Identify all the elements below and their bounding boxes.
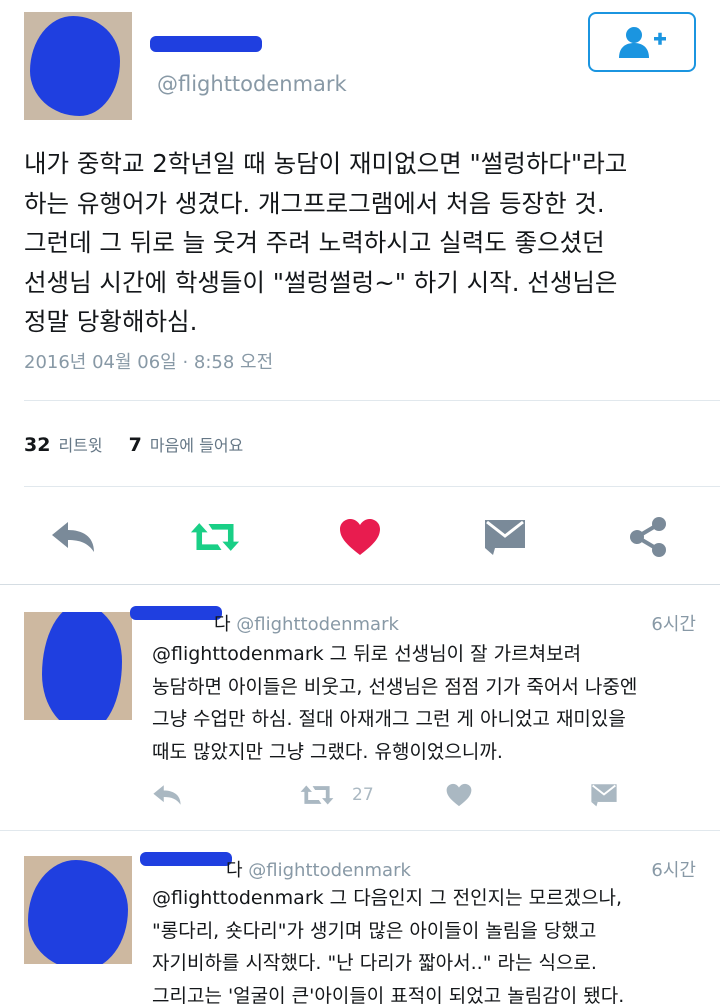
like-button[interactable] xyxy=(335,512,385,562)
share-icon xyxy=(630,517,666,557)
reply-handle: @flighttodenmark xyxy=(236,614,399,635)
author-handle[interactable]: @flighttodenmark xyxy=(157,72,347,96)
reply-name-fragment: 다 xyxy=(214,614,231,635)
tweet-timestamp[interactable]: 2016년 04월 06일 · 8:58 오전 xyxy=(24,348,273,374)
reply-text: @flighttodenmark 그 뒤로 선생님이 잘 가르쳐보려 농담하면 … xyxy=(152,643,638,763)
reply-time[interactable]: 6시간 xyxy=(651,610,696,636)
reply-name-fragment: 다 xyxy=(226,860,243,881)
reply-handle: @flighttodenmark xyxy=(248,860,411,881)
reply-like-button[interactable] xyxy=(446,780,472,810)
reply-time[interactable]: 6시간 xyxy=(651,856,696,882)
heart-icon xyxy=(340,519,380,555)
reply-retweet-button[interactable]: 27 xyxy=(300,780,374,810)
reply-icon xyxy=(153,785,181,805)
retweet-icon xyxy=(300,785,334,805)
divider xyxy=(24,400,720,401)
reply-action-bar: 27 xyxy=(152,780,652,810)
follow-button[interactable] xyxy=(588,12,696,72)
direct-message-button[interactable] xyxy=(480,512,530,562)
reply-icon xyxy=(52,522,94,552)
retweet-icon xyxy=(190,523,240,551)
avatar-redaction xyxy=(42,612,122,720)
reply-tweet[interactable]: 다 @flighttodenmark 6시간 @flighttodenmark … xyxy=(0,830,720,1004)
reply-retweet-count: 27 xyxy=(352,785,374,805)
reply-name-row[interactable]: 다 @flighttodenmark xyxy=(150,856,411,882)
tweet-action-bar xyxy=(0,512,720,562)
reply-author-avatar[interactable] xyxy=(24,856,132,964)
envelope-icon xyxy=(485,520,525,555)
like-count[interactable]: 7 xyxy=(129,434,142,456)
reply-text: @flighttodenmark 그 다음인지 그 전인지는 모르겠으나, "롱… xyxy=(152,887,625,1004)
author-name-redaction xyxy=(150,36,262,52)
divider xyxy=(24,486,720,487)
retweet-button[interactable] xyxy=(190,512,240,562)
envelope-icon xyxy=(591,784,617,807)
reply-tweet[interactable]: 다 @flighttodenmark 6시간 @flighttodenmark … xyxy=(0,584,720,830)
reply-name-row[interactable]: 다 @flighttodenmark xyxy=(150,610,399,636)
avatar-redaction xyxy=(30,16,120,116)
reply-button[interactable] xyxy=(48,512,98,562)
reply-dm-button[interactable] xyxy=(590,780,618,810)
heart-icon xyxy=(446,783,472,807)
tweet-text: 내가 중학교 2학년일 때 농담이 재미없으면 "썰렁하다"라고 하는 유행어가… xyxy=(24,149,628,336)
reply-author-avatar[interactable] xyxy=(24,612,132,720)
add-user-icon xyxy=(619,27,666,58)
reply-reply-button[interactable] xyxy=(152,780,182,810)
share-button[interactable] xyxy=(623,512,673,562)
retweet-label[interactable]: 리트윗 xyxy=(58,432,102,456)
author-avatar[interactable] xyxy=(24,12,132,120)
like-label[interactable]: 마음에 들어요 xyxy=(150,432,243,456)
tweet-stats: 32 리트윗 7 마음에 들어요 xyxy=(24,432,269,456)
retweet-count[interactable]: 32 xyxy=(24,434,50,456)
avatar-redaction xyxy=(28,860,128,964)
